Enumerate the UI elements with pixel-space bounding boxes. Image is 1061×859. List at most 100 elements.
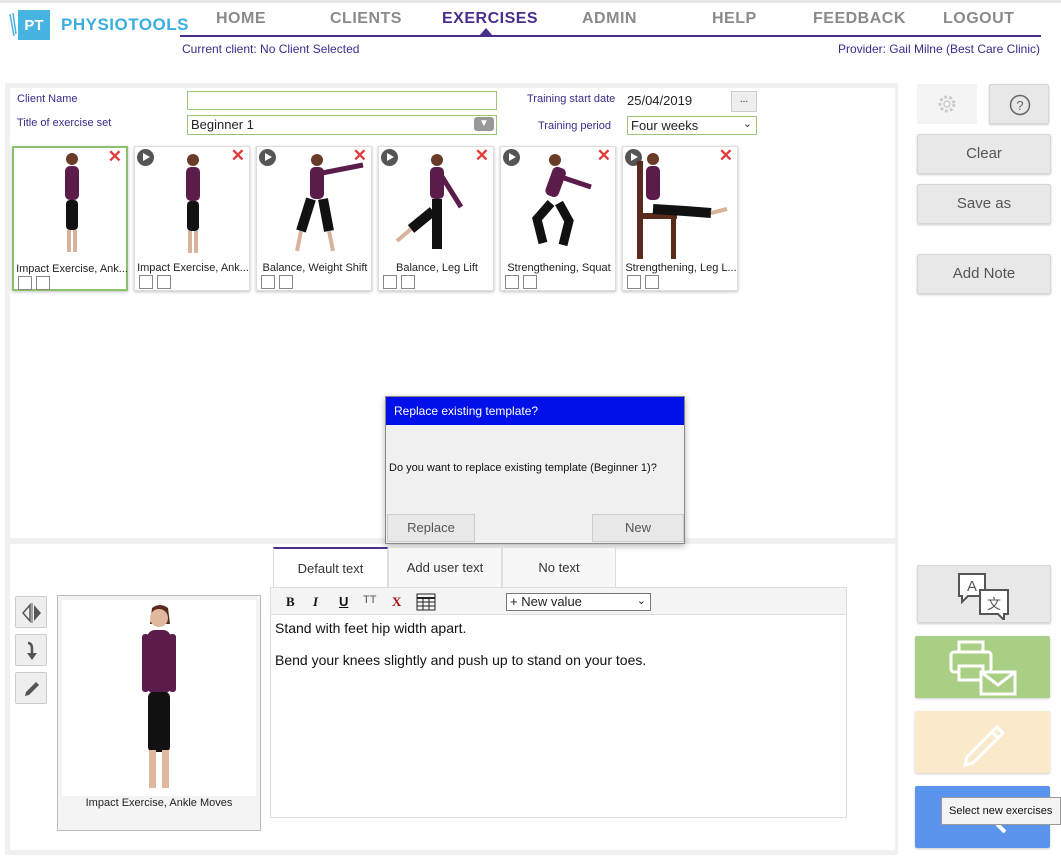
pencil-icon (25, 682, 39, 696)
dot-icon[interactable] (627, 275, 641, 289)
exercise-tile[interactable]: ✕ Strengthening, Leg L... (622, 146, 738, 291)
nav-home[interactable]: HOME (216, 10, 266, 28)
instruction-line-1: Stand with feet hip width apart. (275, 620, 467, 636)
chevron-down-icon: ⌄ (636, 595, 646, 607)
nav-clients[interactable]: CLIENTS (330, 10, 402, 28)
key-icon[interactable] (36, 276, 50, 290)
clear-format-button[interactable]: X (392, 594, 401, 610)
help-button[interactable]: ? (989, 84, 1049, 124)
client-name-input[interactable] (187, 91, 497, 110)
date-picker-button[interactable]: ... (731, 91, 757, 112)
figure-image (637, 153, 728, 259)
table-icon[interactable] (416, 593, 436, 611)
gear-icon (938, 95, 956, 113)
exercise-caption: Impact Exercise, Ank... (16, 263, 128, 275)
exercise-caption: Strengthening, Leg L... (625, 262, 737, 274)
tooltip: Select new exercises (941, 797, 1061, 825)
title-select[interactable]: Beginner 1 ▼ (187, 115, 497, 135)
translate-button[interactable]: A文 (917, 565, 1051, 623)
play-icon[interactable] (259, 149, 276, 166)
tab-default-text[interactable]: Default text (273, 547, 388, 587)
nav-exercises[interactable]: EXERCISES (442, 10, 538, 28)
exercise-tile[interactable]: ✕ Strengthening, Squat (500, 146, 616, 291)
dot-icon[interactable] (18, 276, 32, 290)
top-border (0, 0, 1061, 3)
edit-image-button[interactable] (15, 672, 47, 704)
add-note-button[interactable]: Add Note (917, 254, 1051, 294)
remove-icon[interactable]: ✕ (108, 147, 122, 167)
bold-button[interactable]: B (286, 594, 295, 610)
dialog-message: Do you want to replace existing template… (389, 462, 657, 474)
key-icon[interactable] (157, 275, 171, 289)
instruction-line-2: Bend your knees slightly and push up to … (275, 652, 647, 668)
nav-help[interactable]: HELP (712, 10, 757, 28)
provider-text: Provider: Gail Milne (Best Care Clinic) (837, 42, 1040, 56)
translate-icon: A文 (958, 573, 1009, 620)
key-icon[interactable] (279, 275, 293, 289)
exercise-tile[interactable]: ✕ Balance, Weight Shift (256, 146, 372, 291)
logo-lines-icon (9, 12, 17, 37)
exercise-caption: Balance, Weight Shift (262, 262, 368, 274)
svg-text:文: 文 (987, 597, 1001, 613)
exercise-caption: Strengthening, Squat (507, 262, 611, 274)
new-value-select[interactable]: + New value ⌄ (506, 593, 651, 611)
pencil-icon (962, 724, 1006, 767)
dot-icon[interactable] (505, 275, 519, 289)
client-name-label: Client Name (17, 93, 78, 105)
dot-icon[interactable] (261, 275, 275, 289)
underline-button[interactable]: U (339, 594, 348, 609)
exercise-tile[interactable]: ✕ Impact Exercise, Ank... (12, 146, 128, 291)
replace-button[interactable]: Replace (387, 514, 475, 542)
exercise-caption: Impact Exercise, Ank... (137, 262, 249, 274)
figure-image (142, 605, 176, 788)
italic-button[interactable]: I (313, 594, 318, 610)
remove-icon[interactable]: ✕ (231, 146, 245, 166)
figure-image (395, 154, 464, 249)
edit-button[interactable] (915, 711, 1050, 773)
instruction-editor[interactable]: B I U TT X + New value ⌄ Stand with feet… (270, 587, 847, 818)
training-period-select[interactable]: Four weeks ⌄ (627, 116, 757, 135)
logo-mark: PT (18, 10, 50, 40)
flip-icon (22, 603, 41, 623)
question-icon: ? (1009, 94, 1031, 116)
dot-icon[interactable] (139, 275, 153, 289)
clear-button[interactable]: Clear (917, 134, 1051, 174)
move-down-button[interactable] (15, 634, 47, 666)
settings-button[interactable] (917, 84, 977, 124)
tab-no-text[interactable]: No text (502, 547, 616, 587)
key-icon[interactable] (401, 275, 415, 289)
svg-text:A: A (967, 578, 977, 595)
play-icon[interactable] (137, 149, 154, 166)
exercise-tile[interactable]: ✕ Balance, Leg Lift (378, 146, 494, 291)
figure-image (65, 153, 79, 252)
exercise-preview: Impact Exercise, Ankle Moves (57, 595, 261, 831)
svg-text:?: ? (1016, 98, 1023, 113)
figure-image (295, 154, 364, 252)
nav-feedback[interactable]: FEEDBACK (813, 10, 906, 28)
training-period-label: Training period (538, 120, 611, 132)
nav-admin[interactable]: ADMIN (582, 10, 637, 28)
key-icon[interactable] (645, 275, 659, 289)
replace-template-dialog: Replace existing template? Do you want t… (385, 396, 685, 544)
dialog-title: Replace existing template? (386, 397, 684, 425)
dot-icon[interactable] (383, 275, 397, 289)
new-button[interactable]: New (592, 514, 684, 542)
new-value-text: + New value (510, 594, 582, 609)
title-select-value: Beginner 1 (191, 117, 254, 132)
start-date-value[interactable]: 25/04/2019 (627, 93, 692, 108)
chevron-down-icon: ⌄ (742, 118, 752, 130)
figure-image (532, 154, 592, 247)
key-icon[interactable] (523, 275, 537, 289)
print-email-button[interactable] (915, 636, 1050, 698)
save-as-button[interactable]: Save as (917, 184, 1051, 224)
training-period-value: Four weeks (631, 118, 699, 133)
play-icon[interactable] (503, 149, 520, 166)
current-client-text: Current client: No Client Selected (182, 42, 360, 56)
font-size-button[interactable]: TT (363, 594, 376, 606)
exercise-tile[interactable]: ✕ Impact Exercise, Ank... (134, 146, 250, 291)
tab-add-user-text[interactable]: Add user text (388, 547, 502, 587)
arrow-down-icon (27, 641, 37, 660)
logo-text: PHYSIOTOOLS (61, 15, 189, 34)
flip-button[interactable] (15, 596, 47, 628)
nav-logout[interactable]: LOGOUT (943, 10, 1014, 28)
